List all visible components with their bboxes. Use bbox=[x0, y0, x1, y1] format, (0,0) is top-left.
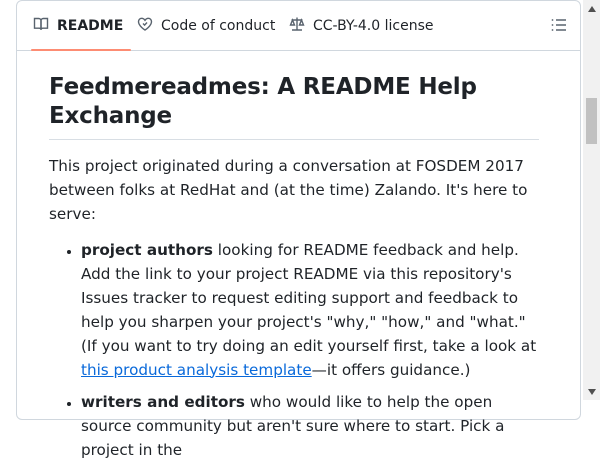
item-bold-text: project authors bbox=[81, 240, 213, 259]
list-unordered-icon bbox=[550, 19, 568, 38]
tab-label: Code of conduct bbox=[161, 17, 276, 34]
readme-content: Feedmereadmes: A README Help Exchange Th… bbox=[49, 73, 539, 470]
tab-license[interactable]: CC-BY-4.0 license bbox=[289, 1, 433, 50]
readme-title: Feedmereadmes: A README Help Exchange bbox=[49, 73, 539, 140]
scroll-down-button[interactable] bbox=[583, 383, 600, 400]
vertical-scrollbar[interactable] bbox=[583, 0, 600, 400]
tab-label: CC-BY-4.0 license bbox=[313, 17, 434, 34]
item-bold-text: writers and editors bbox=[81, 392, 245, 411]
readme-panel: README Code of conduct CC-BY-4.0 license… bbox=[16, 0, 581, 459]
heart-icon bbox=[137, 16, 153, 36]
arrow-up-icon bbox=[587, 5, 596, 12]
audience-list: project authors looking for README feedb… bbox=[49, 238, 539, 462]
list-item: project authors looking for README feedb… bbox=[81, 238, 539, 382]
product-analysis-template-link[interactable]: this product analysis template bbox=[81, 361, 312, 379]
outline-button[interactable] bbox=[550, 16, 568, 34]
tab-code-of-conduct[interactable]: Code of conduct bbox=[137, 1, 275, 50]
arrow-down-icon bbox=[587, 388, 596, 395]
book-icon bbox=[33, 16, 49, 36]
tab-label: README bbox=[57, 17, 124, 34]
scrollbar-thumb[interactable] bbox=[586, 98, 597, 144]
list-item: writers and editors who would like to he… bbox=[81, 390, 539, 462]
tab-readme[interactable]: README bbox=[30, 1, 132, 51]
scroll-up-button[interactable] bbox=[583, 0, 600, 17]
readme-tab-bar: README Code of conduct CC-BY-4.0 license bbox=[17, 1, 580, 51]
law-scale-icon bbox=[289, 16, 305, 36]
intro-paragraph: This project originated during a convers… bbox=[49, 156, 528, 223]
item-text-after-link: —it offers guidance.) bbox=[311, 360, 471, 379]
